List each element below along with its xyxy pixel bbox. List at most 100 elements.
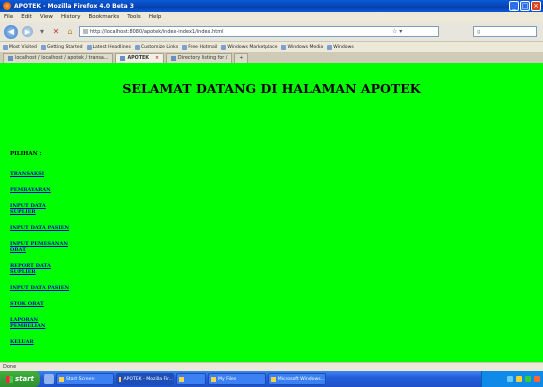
start-button[interactable]: start	[0, 371, 40, 387]
menu-history[interactable]: History	[61, 14, 81, 20]
tab-directory-listing[interactable]: Directory listing for /	[166, 53, 233, 63]
menu-title: PILIHAN :	[10, 151, 42, 157]
bookmark-icon	[3, 44, 8, 50]
update-icon[interactable]	[534, 376, 540, 382]
history-dropdown-icon[interactable]: ▾	[37, 27, 47, 37]
taskbar-item[interactable]: My Files	[208, 373, 266, 385]
app-icon	[59, 376, 64, 382]
menu-bar: File Edit View History Bookmarks Tools H…	[0, 12, 543, 22]
tab-label: Directory listing for /	[178, 56, 228, 61]
tab-strip: localhost / localhost / apotek / transa.…	[0, 52, 543, 63]
bookmark-label: Getting Started	[46, 44, 83, 50]
site-favicon	[83, 29, 88, 34]
close-button[interactable]: ×	[531, 1, 541, 11]
bookmark-label: Most Visited	[9, 44, 37, 50]
firefox-icon	[119, 376, 122, 382]
bookmark-item[interactable]: Windows Media	[281, 44, 324, 50]
bookmark-label: Windows Media	[287, 44, 324, 50]
windows-taskbar: start Start Screen APOTEK - Mozilla Fir.…	[0, 371, 543, 387]
plus-icon: +	[239, 56, 244, 61]
address-bar[interactable]: http://localhost:8080/apotek/index-index…	[79, 26, 439, 37]
tab-apotek[interactable]: APOTEK ×	[115, 53, 165, 63]
menu-file[interactable]: File	[4, 14, 13, 20]
taskbar-item-firefox[interactable]: APOTEK - Mozilla Fir...	[116, 373, 174, 385]
link-input-data-suplier[interactable]: INPUT DATA SUPLIER	[10, 203, 70, 215]
app-icon	[271, 376, 276, 382]
bookmark-icon	[40, 44, 46, 50]
menu-edit[interactable]: Edit	[21, 14, 32, 20]
stop-button[interactable]: ✕	[51, 27, 61, 37]
window-controls: _ □ ×	[509, 1, 541, 11]
link-input-pemesanan-obat[interactable]: INPUT PEMESANAN OBAT	[10, 241, 70, 253]
bookmark-label: Windows Marketplace	[227, 44, 278, 50]
search-engine-icon: g	[477, 28, 481, 35]
taskbar-item[interactable]: Start Screen	[56, 373, 114, 385]
security-icon[interactable]	[525, 376, 531, 382]
link-input-data-pasien-2[interactable]: INPUT DATA PASIEN	[10, 285, 70, 291]
tab-favicon	[8, 56, 13, 61]
window-title-bar: APOTEK - Mozilla Firefox 4.0 Beta 3 _ □ …	[0, 0, 543, 12]
bookmark-star-icon[interactable]: ☆ ▾	[392, 28, 402, 35]
bookmark-item[interactable]: Most Visited	[3, 44, 37, 50]
home-button[interactable]: ⌂	[65, 27, 75, 37]
bookmark-icon	[327, 44, 333, 50]
page-content: SELAMAT DATANG DI HALAMAN APOTEK PILIHAN…	[0, 63, 543, 362]
window-title: APOTEK - Mozilla Firefox 4.0 Beta 3	[14, 2, 134, 10]
menu-view[interactable]: View	[40, 14, 53, 20]
taskbar-item-label: Start Screen	[66, 376, 95, 382]
bookmark-item[interactable]: Latest Headlines	[86, 44, 131, 50]
quick-launch-icon[interactable]	[44, 374, 54, 384]
link-keluar[interactable]: KELUAR	[10, 339, 70, 345]
bookmark-item[interactable]: Getting Started	[40, 44, 83, 50]
taskbar-item-label: Microsoft Windows...	[277, 376, 325, 382]
link-report-data-suplier[interactable]: REPORT DATA SUPLIER	[10, 263, 70, 275]
maximize-button[interactable]: □	[520, 1, 530, 11]
bookmark-item[interactable]: Customize Links	[134, 44, 179, 50]
system-tray	[481, 371, 543, 387]
bookmark-label: Windows	[333, 44, 354, 50]
navigation-toolbar: ◀ ▶ ▾ ✕ ⌂ http://localhost:8080/apotek/i…	[0, 22, 543, 42]
folder-icon	[211, 376, 216, 382]
link-transaksi[interactable]: TRANSAKSI	[10, 171, 70, 177]
menu-help[interactable]: Help	[149, 14, 162, 20]
new-tab-button[interactable]: +	[234, 53, 249, 63]
bookmark-icon	[281, 44, 287, 50]
rss-icon	[86, 44, 92, 50]
menu-tools[interactable]: Tools	[127, 14, 141, 20]
network-icon[interactable]	[507, 376, 513, 382]
bookmark-icon	[134, 44, 140, 50]
taskbar-item-label: My Files	[218, 376, 237, 382]
status-bar: Done	[0, 362, 543, 371]
bookmark-label: Latest Headlines	[92, 44, 131, 50]
app-icon	[179, 376, 184, 382]
bookmark-label: Customize Links	[140, 44, 179, 50]
tab-localhost[interactable]: localhost / localhost / apotek / transa.…	[3, 53, 114, 63]
taskbar-item[interactable]	[176, 373, 206, 385]
windows-logo-icon	[5, 375, 13, 383]
volume-icon[interactable]	[516, 376, 522, 382]
tab-close-icon[interactable]: ×	[155, 56, 159, 61]
status-text: Done	[3, 364, 17, 370]
taskbar-item-label: APOTEK - Mozilla Fir...	[123, 376, 173, 382]
page-title: SELAMAT DATANG DI HALAMAN APOTEK	[122, 81, 421, 96]
address-bar-url: http://localhost:8080/apotek/index-index…	[90, 28, 224, 35]
link-stok-obat[interactable]: STOK OBAT	[10, 301, 70, 307]
bookmark-item[interactable]: Windows Marketplace	[221, 44, 278, 50]
left-menu: PILIHAN : TRANSAKSI PEMBAYARAN INPUT DAT…	[10, 151, 70, 355]
taskbar-item[interactable]: Microsoft Windows...	[268, 373, 326, 385]
start-label: start	[14, 375, 35, 383]
link-pembayaran[interactable]: PEMBAYARAN	[10, 187, 70, 193]
bookmark-icon	[182, 44, 188, 50]
search-input[interactable]: g	[473, 26, 537, 37]
back-button[interactable]: ◀	[4, 24, 18, 39]
bookmark-icon	[221, 44, 227, 50]
bookmark-label: Free Hotmail	[188, 44, 218, 50]
bookmark-item[interactable]: Free Hotmail	[182, 44, 218, 50]
minimize-button[interactable]: _	[509, 1, 519, 11]
firefox-icon	[3, 2, 11, 10]
link-input-data-pasien[interactable]: INPUT DATA PASIEN	[10, 225, 70, 231]
forward-button[interactable]: ▶	[22, 26, 33, 37]
menu-bookmarks[interactable]: Bookmarks	[89, 14, 120, 20]
link-laporan-pembelian[interactable]: LAPORAN PEMBELIAN	[10, 317, 70, 329]
bookmark-item[interactable]: Windows	[327, 44, 354, 50]
